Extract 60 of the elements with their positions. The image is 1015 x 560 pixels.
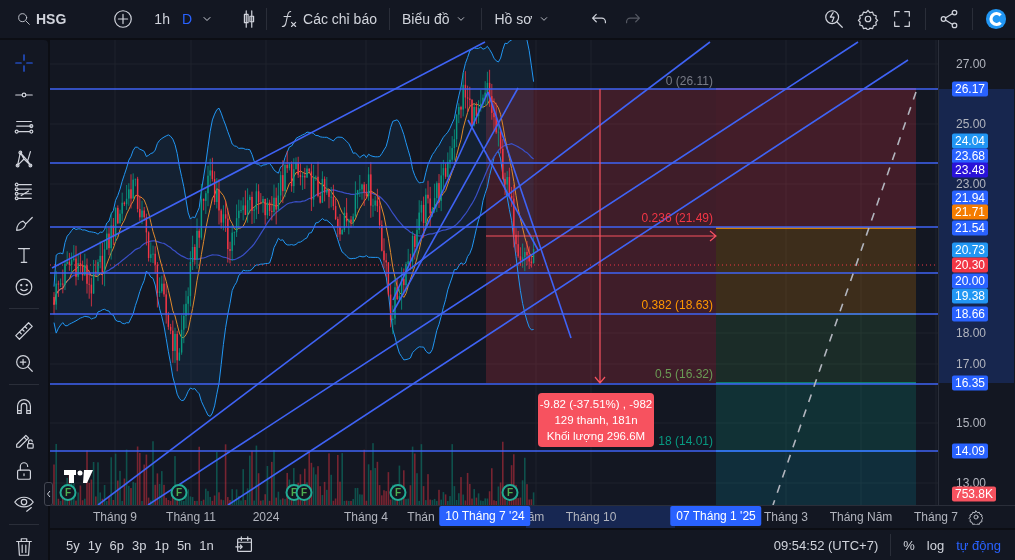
- event-marker[interactable]: F: [59, 484, 77, 501]
- time-label: Tháng Năm: [829, 510, 893, 524]
- price-badge: 23.68: [952, 148, 989, 164]
- time-badge: 10 Tháng 7 '24: [439, 506, 531, 526]
- profile-menu-button[interactable]: Hồ sơ: [488, 7, 559, 31]
- fib-level-label: 18 (14.01): [658, 434, 713, 448]
- time-label: Tháng 4: [344, 510, 388, 524]
- time-badge: 07 Tháng 1 '25: [670, 506, 762, 526]
- price-label: 27.00: [956, 57, 987, 71]
- price-label: 17.00: [956, 357, 987, 371]
- tooltip-text: -9.82 (-37.51%) , -982: [539, 398, 653, 410]
- price-badge: 26.17: [952, 81, 989, 97]
- range-button[interactable]: 1p: [150, 534, 173, 556]
- price-label: 18.00: [956, 326, 987, 340]
- range-button[interactable]: 1n: [195, 534, 218, 556]
- price-badge: 21.54: [952, 220, 989, 236]
- event-marker[interactable]: F: [170, 484, 188, 501]
- price-label: 23.00: [956, 177, 987, 191]
- scale-option[interactable]: log: [920, 534, 951, 556]
- price-badge: 753.8K: [952, 486, 997, 502]
- tooltip-text: Khối lượng 296.6M: [546, 430, 646, 442]
- price-badge: 16.35: [952, 375, 989, 391]
- interval-button[interactable]: D: [175, 7, 199, 31]
- time-label: Tháng 7: [914, 510, 958, 524]
- interval-button[interactable]: 1h: [148, 7, 176, 31]
- price-badge: 24.04: [952, 133, 989, 149]
- clock-text: 09:54:52 (UTC+7): [773, 537, 879, 553]
- price-badge: 20.00: [952, 273, 989, 289]
- fib-level-label: 0.382 (18.63): [641, 298, 713, 312]
- range-button[interactable]: 3p: [127, 534, 151, 556]
- range-button[interactable]: 6p: [105, 534, 128, 556]
- time-label: Thán: [407, 510, 435, 524]
- time-label: Tháng 11: [166, 510, 216, 524]
- range-button[interactable]: 5y: [62, 534, 84, 556]
- price-badge: 20.73: [952, 242, 989, 258]
- chart-menu-button[interactable]: Biểu đồ: [396, 7, 476, 31]
- event-marker[interactable]: F: [389, 484, 407, 501]
- time-label: Tháng 9: [93, 510, 137, 524]
- price-label: 25.00: [956, 117, 987, 131]
- tooltip-text: 129 thanh, 181n: [554, 414, 638, 426]
- symbol-search-button[interactable]: HSG: [10, 7, 73, 31]
- price-badge: 20.30: [952, 257, 989, 273]
- event-marker[interactable]: F: [501, 484, 519, 501]
- fib-level-label: 0 (26.11): [665, 74, 713, 88]
- fib-level-label: 0.5 (16.32): [654, 367, 713, 381]
- time-label: Tháng 10: [565, 510, 617, 524]
- price-badge: 19.38: [952, 288, 989, 304]
- range-button[interactable]: 1y: [83, 534, 106, 556]
- price-badge: 23.48: [952, 162, 989, 178]
- range-button[interactable]: 5n: [172, 534, 196, 556]
- time-label: 2024: [252, 510, 280, 524]
- indicators-button[interactable]: Các chỉ báo: [273, 5, 383, 33]
- price-badge: 21.94: [952, 190, 989, 206]
- scale-option[interactable]: tự động: [950, 534, 1007, 556]
- scale-option[interactable]: %: [897, 534, 921, 556]
- price-badge: 14.09: [952, 443, 989, 459]
- time-label: Tháng 3: [764, 510, 808, 524]
- price-badge: 18.66: [952, 306, 989, 322]
- price-label: 15.00: [956, 416, 987, 430]
- price-badge: 21.71: [952, 204, 989, 220]
